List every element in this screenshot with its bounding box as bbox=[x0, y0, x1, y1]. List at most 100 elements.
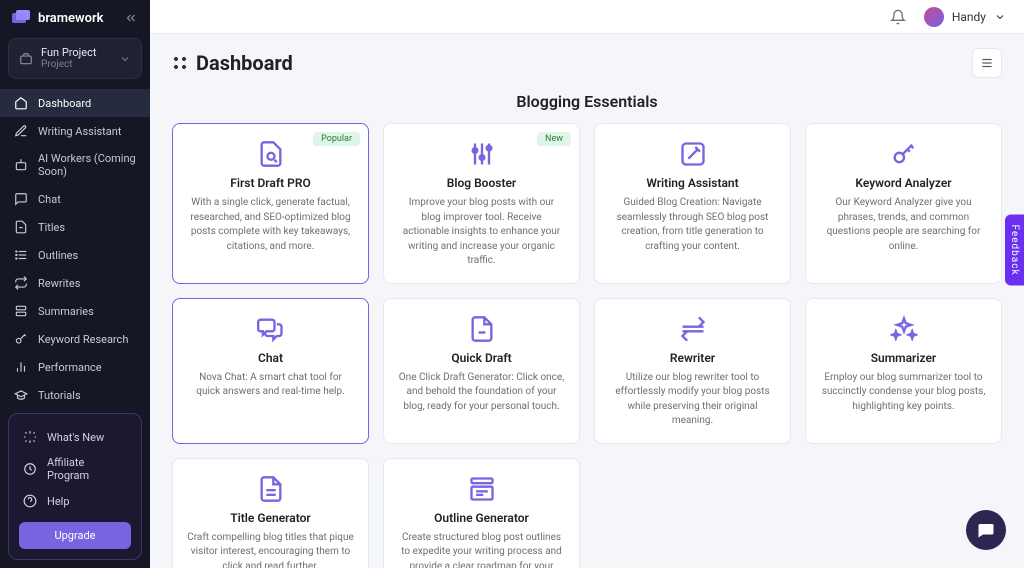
card-outline-generator[interactable]: Outline Generator Create structured blog… bbox=[383, 458, 580, 568]
layers-icon bbox=[14, 304, 28, 318]
card-desc: One Click Draft Generator: Click once, a… bbox=[398, 371, 565, 415]
card-rewriter[interactable]: Rewriter Utilize our blog rewriter tool … bbox=[594, 298, 791, 444]
collapse-sidebar-button[interactable] bbox=[124, 11, 138, 25]
document-icon bbox=[257, 140, 285, 168]
card-writing-assistant[interactable]: Writing Assistant Guided Blog Creation: … bbox=[594, 123, 791, 284]
swap-icon bbox=[679, 315, 707, 343]
page-head: Dashboard bbox=[172, 48, 1002, 78]
brand-name: bramework bbox=[38, 11, 104, 26]
menu-icon bbox=[980, 56, 994, 70]
card-blog-booster[interactable]: New Blog Booster Improve your blog posts… bbox=[383, 123, 580, 284]
user-name: Handy bbox=[952, 10, 986, 24]
card-desc: Nova Chat: A smart chat tool for quick a… bbox=[187, 371, 354, 400]
view-menu-button[interactable] bbox=[972, 48, 1002, 78]
card-desc: Utilize our blog rewriter tool to effort… bbox=[609, 371, 776, 429]
help-icon bbox=[23, 494, 37, 508]
edit-square-icon bbox=[679, 140, 707, 168]
nav: Dashboard Writing Assistant AI Workers (… bbox=[0, 87, 150, 405]
briefcase-icon bbox=[19, 52, 33, 66]
nav-label: Dashboard bbox=[38, 97, 91, 110]
nav-label: Affiliate Program bbox=[47, 456, 127, 482]
nav-label: Chat bbox=[38, 193, 61, 206]
grid-icon bbox=[172, 55, 188, 71]
nav-label: Writing Assistant bbox=[38, 125, 121, 138]
nav-label: Summaries bbox=[38, 305, 94, 318]
card-desc: Craft compelling blog titles that pique … bbox=[187, 531, 354, 568]
nav-whats-new[interactable]: What's New bbox=[19, 424, 131, 450]
project-sub: Project bbox=[41, 59, 111, 70]
nav-chat[interactable]: Chat bbox=[0, 185, 150, 213]
notifications-button[interactable] bbox=[890, 9, 906, 25]
file-text-icon bbox=[257, 475, 285, 503]
card-keyword-analyzer[interactable]: Keyword Analyzer Our Keyword Analyzer gi… bbox=[805, 123, 1002, 284]
nav-help[interactable]: Help bbox=[19, 488, 131, 514]
robot-icon bbox=[14, 158, 28, 172]
card-title: Summarizer bbox=[871, 351, 937, 365]
nav-label: Help bbox=[47, 495, 70, 508]
nav-label: Outlines bbox=[38, 249, 78, 262]
card-desc: Create structured blog post outlines to … bbox=[398, 531, 565, 568]
outline-icon bbox=[468, 475, 496, 503]
card-quick-draft[interactable]: Quick Draft One Click Draft Generator: C… bbox=[383, 298, 580, 444]
nav-summaries[interactable]: Summaries bbox=[0, 297, 150, 325]
card-title: Quick Draft bbox=[451, 351, 511, 365]
card-chat[interactable]: Chat Nova Chat: A smart chat tool for qu… bbox=[172, 298, 369, 444]
support-chat-fab[interactable] bbox=[966, 510, 1006, 550]
nav-titles[interactable]: Titles bbox=[0, 213, 150, 241]
card-desc: Our Keyword Analyzer give you phrases, t… bbox=[820, 196, 987, 254]
nav-dashboard[interactable]: Dashboard bbox=[0, 89, 150, 117]
project-name: Fun Project bbox=[41, 47, 111, 59]
chevron-down-icon bbox=[994, 11, 1006, 23]
nav-performance[interactable]: Performance bbox=[0, 353, 150, 381]
project-selector[interactable]: Fun Project Project bbox=[8, 38, 142, 79]
card-title: Chat bbox=[258, 351, 283, 365]
nav-label: Titles bbox=[38, 221, 65, 234]
nav-label: AI Workers (Coming Soon) bbox=[38, 152, 136, 178]
nav-label: Tutorials bbox=[38, 389, 81, 402]
card-desc: Employ our blog summarizer tool to succi… bbox=[820, 371, 987, 415]
chevrons-left-icon bbox=[124, 11, 138, 25]
file-icon bbox=[468, 315, 496, 343]
topbar: Handy bbox=[150, 0, 1024, 34]
key-icon bbox=[14, 332, 28, 346]
card-title: Rewriter bbox=[670, 351, 715, 365]
sidebar-bottom: What's New Affiliate Program Help Upgrad… bbox=[8, 413, 142, 560]
badge-popular: Popular bbox=[313, 132, 360, 146]
page-title: Dashboard bbox=[196, 51, 293, 75]
sparkle-icon bbox=[23, 430, 37, 444]
chat-icon bbox=[977, 521, 995, 539]
content: Dashboard Blogging Essentials Popular Fi… bbox=[150, 34, 1024, 568]
nav-affiliate[interactable]: Affiliate Program bbox=[19, 450, 131, 488]
bell-icon bbox=[890, 9, 906, 25]
sparkles-icon bbox=[890, 315, 918, 343]
nav-outlines[interactable]: Outlines bbox=[0, 241, 150, 269]
card-title: Outline Generator bbox=[434, 511, 529, 525]
card-title-generator[interactable]: Title Generator Craft compelling blog ti… bbox=[172, 458, 369, 568]
chevron-down-icon bbox=[119, 53, 131, 65]
nav-writing-assistant[interactable]: Writing Assistant bbox=[0, 117, 150, 145]
user-menu[interactable]: Handy bbox=[924, 7, 1006, 27]
edit-icon bbox=[14, 124, 28, 138]
sidebar: bramework Fun Project Project Dashboard bbox=[0, 0, 150, 568]
brand[interactable]: bramework bbox=[12, 10, 104, 26]
nav-rewrites[interactable]: Rewrites bbox=[0, 269, 150, 297]
avatar bbox=[924, 7, 944, 27]
refresh-icon bbox=[14, 276, 28, 290]
graduation-icon bbox=[14, 388, 28, 402]
nav-tutorials[interactable]: Tutorials bbox=[0, 381, 150, 405]
upgrade-button[interactable]: Upgrade bbox=[19, 522, 131, 549]
nav-label: What's New bbox=[47, 431, 104, 444]
chart-icon bbox=[14, 360, 28, 374]
chat-bubbles-icon bbox=[257, 315, 285, 343]
card-desc: Guided Blog Creation: Navigate seamlessl… bbox=[609, 196, 776, 254]
nav-keyword-research[interactable]: Keyword Research bbox=[0, 325, 150, 353]
nav-ai-workers[interactable]: AI Workers (Coming Soon) bbox=[0, 145, 150, 185]
section-title: Blogging Essentials bbox=[172, 92, 1002, 111]
feedback-tab[interactable]: Feedback bbox=[1005, 214, 1024, 285]
brand-row: bramework bbox=[0, 0, 150, 34]
card-title: Blog Booster bbox=[447, 176, 517, 190]
card-title: Writing Assistant bbox=[646, 176, 738, 190]
card-first-draft-pro[interactable]: Popular First Draft PRO With a single cl… bbox=[172, 123, 369, 284]
card-summarizer[interactable]: Summarizer Employ our blog summarizer to… bbox=[805, 298, 1002, 444]
card-title: Keyword Analyzer bbox=[855, 176, 951, 190]
